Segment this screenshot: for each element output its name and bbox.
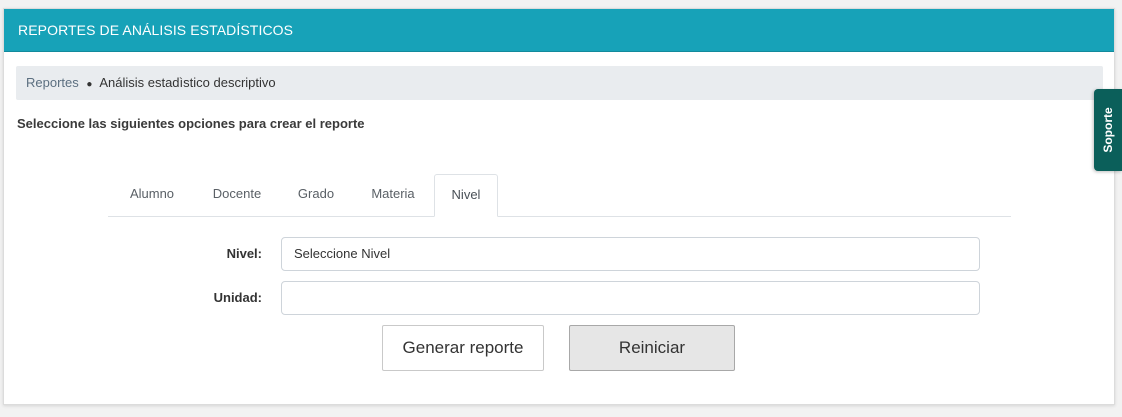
nivel-select[interactable]: Seleccione Nivel bbox=[281, 237, 980, 271]
report-tabs: Alumno Docente Grado Materia Nivel bbox=[108, 174, 1011, 217]
tab-docente[interactable]: Docente bbox=[196, 174, 278, 216]
unidad-select[interactable] bbox=[281, 281, 980, 315]
breadcrumb: Reportes ● Análisis estadìstico descript… bbox=[16, 66, 1103, 100]
breadcrumb-link-reportes[interactable]: Reportes bbox=[26, 75, 79, 90]
nivel-label: Nivel: bbox=[226, 246, 262, 261]
reset-button[interactable]: Reiniciar bbox=[569, 325, 735, 371]
report-card: REPORTES DE ANÁLISIS ESTADÍSTICOS Report… bbox=[3, 8, 1115, 405]
breadcrumb-separator: ● bbox=[86, 79, 93, 90]
breadcrumb-current: Análisis estadìstico descriptivo bbox=[99, 75, 276, 90]
unidad-label: Unidad: bbox=[213, 290, 262, 305]
tab-materia[interactable]: Materia bbox=[354, 174, 432, 216]
generate-report-button[interactable]: Generar reporte bbox=[382, 325, 544, 371]
support-tab[interactable]: Soporte bbox=[1094, 89, 1122, 171]
card-header: REPORTES DE ANÁLISIS ESTADÍSTICOS bbox=[4, 9, 1114, 52]
tab-nivel[interactable]: Nivel bbox=[434, 174, 498, 217]
instruction-text: Seleccione las siguientes opciones para … bbox=[17, 116, 365, 131]
page-title: REPORTES DE ANÁLISIS ESTADÍSTICOS bbox=[18, 22, 294, 38]
tab-alumno[interactable]: Alumno bbox=[112, 174, 192, 216]
tab-grado[interactable]: Grado bbox=[282, 174, 350, 216]
support-label: Soporte bbox=[1101, 107, 1115, 153]
